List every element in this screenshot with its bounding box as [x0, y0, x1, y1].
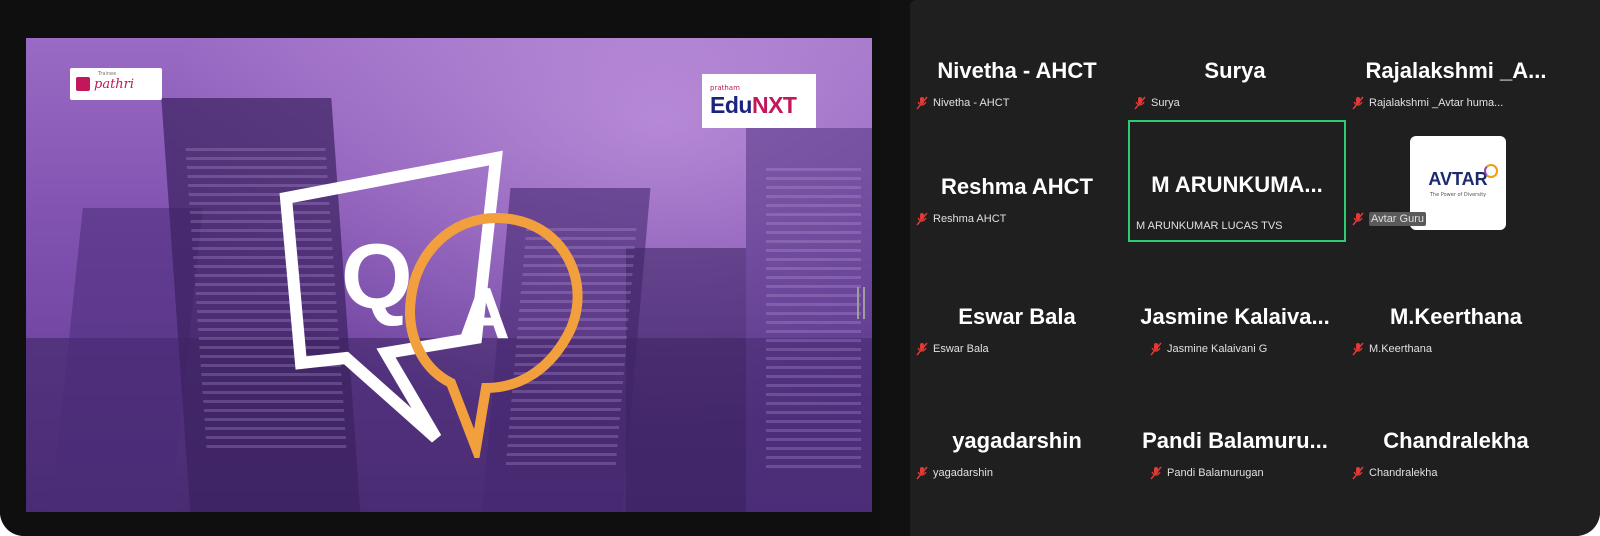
participant-tile[interactable]: AVTAR The Power of Diversity Avtar Guru: [1346, 126, 1566, 242]
participant-tile[interactable]: Surya Surya: [1128, 10, 1342, 126]
pathri-logo-text: pathri: [94, 76, 135, 92]
participant-label-text: M ARUNKUMAR LUCAS TVS: [1136, 220, 1283, 232]
mic-muted-icon: [1150, 342, 1162, 356]
participant-label-text: Jasmine Kalaivani G: [1167, 343, 1268, 355]
participant-name-label: M.Keerthana: [1352, 342, 1432, 356]
mic-muted-icon: [916, 466, 928, 480]
edunxt-logo: pratham EduNXT: [702, 74, 816, 128]
participant-tile[interactable]: Eswar Bala Eswar Bala: [910, 256, 1124, 372]
avatar-tagline: The Power of Diversity: [1429, 191, 1487, 198]
graduation-cap-icon: [76, 77, 90, 91]
participant-display-name: M.Keerthana: [1389, 304, 1523, 329]
a-letter: A: [458, 274, 510, 354]
mic-muted-icon: [916, 212, 928, 226]
mic-muted-icon: [1352, 466, 1364, 480]
participant-name-label: Pandi Balamurugan: [1150, 466, 1264, 480]
participant-tile[interactable]: Jasmine Kalaiva... Jasmine Kalaivani G: [1128, 256, 1342, 372]
q-letter: Q: [341, 226, 413, 328]
split-view-resize-handle[interactable]: [857, 287, 865, 319]
participant-label-text: Reshma AHCT: [933, 213, 1007, 225]
participant-name-label: Eswar Bala: [916, 342, 989, 356]
participant-tile[interactable]: Rajalakshmi _A... Rajalakshmi _Avtar hum…: [1346, 10, 1566, 126]
participant-name-label: Jasmine Kalaivani G: [1150, 342, 1267, 356]
participant-name-label: Nivetha - AHCT: [916, 96, 1009, 110]
participant-label-text: Chandralekha: [1369, 467, 1438, 479]
participant-tile[interactable]: Reshma AHCT Reshma AHCT: [910, 126, 1124, 242]
edunxt-logo-accent: NXT: [751, 91, 797, 118]
avtar-swirl-icon: [1484, 164, 1498, 178]
mic-muted-icon: [1352, 96, 1364, 110]
participant-name-label: Rajalakshmi _Avtar huma...: [1352, 96, 1503, 110]
participant-display-name: Nivetha - AHCT: [937, 58, 1097, 83]
participant-name-label: Reshma AHCT: [916, 212, 1006, 226]
participant-label-text: Pandi Balamurugan: [1167, 467, 1264, 479]
participant-tile[interactable]: M.Keerthana M.Keerthana: [1346, 256, 1566, 372]
mic-muted-icon: [1352, 342, 1364, 356]
meeting-window: Trainee pathri pratham EduNXT Q A Niveth…: [0, 0, 1600, 536]
participant-tile[interactable]: Pandi Balamuru... Pandi Balamurugan: [1128, 380, 1342, 496]
participant-display-name: Rajalakshmi _A...: [1365, 58, 1547, 83]
edunxt-logo-text: EduNXT: [710, 92, 816, 119]
avatar-brand-text: AVTAR: [1428, 168, 1488, 189]
participant-display-name: M ARUNKUMA...: [1151, 172, 1323, 197]
participant-name-label: M ARUNKUMAR LUCAS TVS: [1136, 220, 1283, 232]
participant-gallery: Nivetha - AHCT Nivetha - AHCT Surya Sury…: [910, 0, 1600, 536]
participant-name-label: yagadarshin: [916, 466, 993, 480]
participant-tile[interactable]: Chandralekha Chandralekha: [1346, 380, 1566, 496]
mic-muted-icon: [916, 96, 928, 110]
participant-display-name: Reshma AHCT: [941, 174, 1093, 199]
participant-display-name: yagadarshin: [952, 428, 1082, 453]
mic-muted-icon: [916, 342, 928, 356]
participant-name-label: Avtar Guru: [1352, 212, 1426, 226]
mic-muted-icon: [1134, 96, 1146, 110]
pathri-logo: Trainee pathri: [70, 68, 162, 100]
participant-tile[interactable]: yagadarshin yagadarshin: [910, 380, 1124, 496]
mic-muted-icon: [1352, 212, 1364, 226]
participant-display-name: Chandralekha: [1383, 428, 1529, 453]
participant-label-text: yagadarshin: [933, 467, 993, 479]
participant-name-label: Chandralekha: [1352, 466, 1438, 480]
participant-label-text: Nivetha - AHCT: [933, 97, 1010, 109]
participant-label-text: M.Keerthana: [1369, 343, 1432, 355]
mic-muted-icon: [1150, 466, 1162, 480]
window-rows: [766, 168, 861, 468]
participant-tile[interactable]: Nivetha - AHCT Nivetha - AHCT: [910, 10, 1124, 126]
participant-display-name: Jasmine Kalaiva...: [1140, 304, 1330, 329]
participant-display-name: Pandi Balamuru...: [1142, 428, 1328, 453]
participant-tile-active-speaker[interactable]: M ARUNKUMA... M ARUNKUMAR LUCAS TVS: [1128, 120, 1346, 242]
screen-share-area: Trainee pathri pratham EduNXT Q A: [0, 0, 880, 536]
participant-label-text: Surya: [1151, 97, 1180, 109]
presentation-slide: Trainee pathri pratham EduNXT Q A: [26, 38, 872, 512]
participant-label-text: Avtar Guru: [1369, 212, 1426, 226]
participant-display-name: Eswar Bala: [958, 304, 1076, 329]
building-shape: [626, 248, 746, 512]
participant-name-label: Surya: [1134, 96, 1180, 110]
qa-graphic: Q A: [279, 150, 583, 458]
edunxt-logo-small-text: pratham: [710, 83, 740, 92]
pathri-logo-small-text: Trainee: [98, 71, 117, 77]
participant-label-text: Eswar Bala: [933, 343, 989, 355]
edunxt-logo-main: Edu: [710, 91, 752, 118]
participant-label-text: Rajalakshmi _Avtar huma...: [1369, 97, 1504, 109]
participant-display-name: Surya: [1204, 58, 1266, 83]
